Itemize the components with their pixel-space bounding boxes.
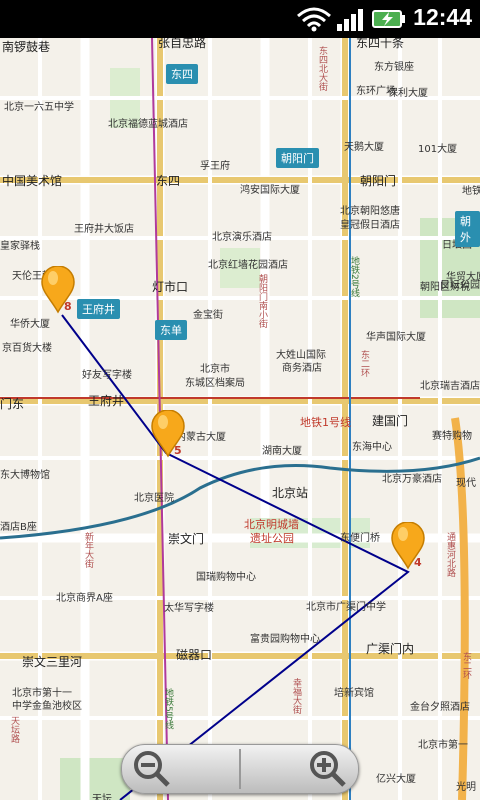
- map-label: 天鹅大厦: [344, 142, 384, 153]
- map-label: 北京朝阳悠唐: [340, 206, 400, 217]
- map-label: 朝阳门: [360, 174, 397, 188]
- map-label: 北京瑞吉酒店: [420, 381, 480, 392]
- map-label: 中学金鱼池校区: [12, 701, 82, 712]
- map-label: 朝阳门南小街: [257, 274, 267, 328]
- map-label: 北京一六五中学: [4, 102, 74, 113]
- district-badge: 朝阳门: [276, 148, 319, 168]
- map-label: 通惠河北路: [445, 532, 455, 577]
- status-bar: 12:44: [0, 0, 480, 38]
- map-label: 京百货大楼: [2, 343, 52, 354]
- map-label: 南锣鼓巷: [2, 40, 51, 54]
- map-label: 现代: [456, 478, 476, 489]
- pin-number: 8: [64, 300, 72, 313]
- map-label: 培新宾馆: [334, 688, 374, 699]
- map-label: 建国门: [372, 414, 409, 428]
- map-label: 中国美术馆: [2, 174, 63, 188]
- pin-number: 4: [414, 556, 422, 569]
- map-label: 富贵园购物中心: [250, 634, 320, 645]
- map-label: 光明: [456, 782, 476, 793]
- map-label: 北京市: [200, 364, 230, 375]
- map-label: 北京商界A座: [56, 593, 113, 604]
- map-label: 张自忠路: [158, 38, 207, 50]
- map-label: 保利大厦: [388, 88, 428, 99]
- map-label: 崇文三里河: [22, 655, 83, 669]
- map-label: 太华写字楼: [164, 603, 214, 614]
- map-label: 东四北大街: [317, 46, 327, 91]
- map-pin-marker[interactable]: 5: [150, 410, 186, 458]
- map-label: 金宝街: [193, 310, 223, 321]
- map-label: 东大博物馆: [0, 470, 50, 481]
- map-label: 东方银座: [374, 62, 414, 73]
- signal-icon: [337, 9, 363, 31]
- map-label: 磁器口: [176, 648, 213, 662]
- map-label: 华声国际大厦: [366, 332, 426, 343]
- map-label: 孚王府: [200, 161, 230, 172]
- map-label: 广渠门内: [366, 642, 415, 656]
- map-label: 北京福德蓝城酒店: [108, 119, 188, 130]
- map-label: 地铁2号线: [349, 256, 359, 298]
- map-label: 地铁: [462, 186, 480, 197]
- map-label: 鸿安国际大厦: [240, 185, 300, 196]
- map-label: 新年大街: [83, 532, 93, 568]
- map-label: 金台夕照酒店: [410, 702, 470, 713]
- map-label: 幸福大街: [291, 678, 301, 714]
- map-label: 国瑞购物中心: [196, 572, 256, 583]
- map-label: 天坛路: [9, 716, 19, 743]
- map-label: 湖南大厦: [262, 446, 302, 457]
- battery-charging-icon: [372, 10, 405, 28]
- district-badge: 东单: [155, 320, 187, 340]
- map-label: 华侨大厦: [10, 319, 50, 330]
- map-label: 东城区档案局: [185, 378, 245, 389]
- map-label: 101大厦: [418, 144, 458, 155]
- map-pin-marker[interactable]: 8: [40, 266, 76, 314]
- map-label: 灯市口: [152, 280, 189, 294]
- map-label: 东海中心: [352, 442, 392, 453]
- map-label: 皇冠假日酒店: [340, 220, 400, 231]
- map-label: 东便门桥: [340, 533, 380, 544]
- zoom-out-button[interactable]: [130, 747, 174, 791]
- map-label: 朝阳区财税: [420, 282, 470, 293]
- map-label: 东四十条: [356, 38, 405, 50]
- map-label: 商务酒店: [282, 363, 322, 374]
- map-label: 北京演乐酒店: [212, 232, 272, 243]
- map-label: 赛特购物: [432, 431, 472, 442]
- map-label: 好友写字楼: [82, 370, 132, 381]
- map-label: 门东: [0, 397, 25, 411]
- map-label: 酒店B座: [0, 522, 37, 533]
- map-label: 东四: [156, 174, 181, 188]
- map-view[interactable]: 南锣鼓巷 张自忠路 东四十条 北京一六五中学 北京福德蓝城酒店 东四北大街 东方银座 东环广场…: [0, 38, 480, 800]
- district-badge: 王府井: [77, 299, 120, 319]
- map-label: 皇家驿栈: [0, 241, 40, 252]
- map-label: 北京医院: [134, 493, 174, 504]
- map-label: 王府井大饭店: [74, 224, 134, 235]
- map-label: 崇文门: [168, 532, 205, 546]
- map-label: 王府井: [88, 394, 125, 408]
- district-badge: 东四: [166, 64, 198, 84]
- map-label: 亿兴大厦: [376, 774, 416, 785]
- map-label: 北京红墙花园酒店: [208, 260, 288, 271]
- map-label: 地铁5号线: [163, 688, 173, 730]
- district-badge: 朝外: [455, 211, 480, 247]
- map-label: 北京站: [272, 486, 309, 500]
- map-label: 遗址公园: [250, 532, 294, 545]
- pin-number: 5: [174, 444, 182, 457]
- map-label: 北京市广渠门中学: [306, 602, 386, 613]
- map-pin-marker[interactable]: 4: [390, 522, 426, 570]
- map-label: 北京市第一: [418, 740, 468, 751]
- map-label: 地铁1号线: [300, 416, 351, 429]
- zoom-controls[interactable]: [121, 744, 359, 794]
- map-label: 北京万豪酒店: [382, 474, 442, 485]
- zoom-divider: [239, 749, 241, 789]
- wifi-icon: [297, 7, 331, 32]
- map-label: 东二环: [359, 350, 369, 377]
- zoom-in-button[interactable]: [306, 747, 350, 791]
- map-label: 东二环: [461, 652, 471, 679]
- map-label: 天坛: [92, 794, 112, 800]
- clock: 12:44: [413, 4, 472, 30]
